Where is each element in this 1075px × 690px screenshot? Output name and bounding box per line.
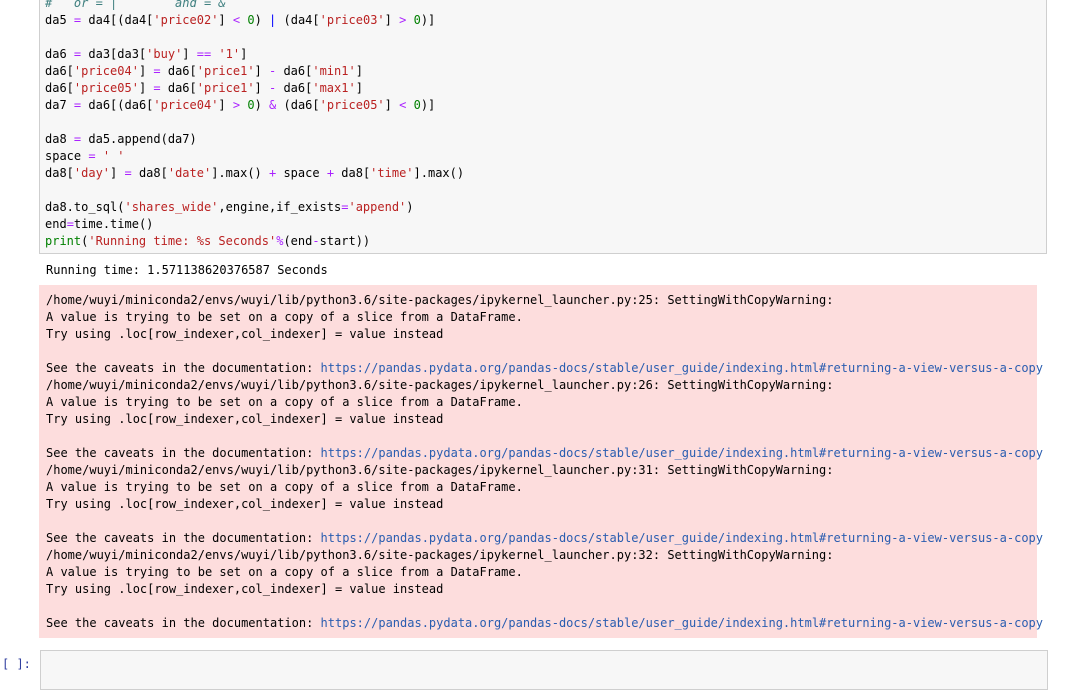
docs-link[interactable]: https://pandas.pydata.org/pandas-docs/st…: [321, 616, 1043, 630]
code-line-space: space = ' ': [45, 149, 125, 163]
code-line-price05: da6['price05'] = da6['price1'] - da6['ma…: [45, 81, 363, 95]
scrollbar[interactable]: [1065, 0, 1075, 678]
warning-hint: Try using .loc[row_indexer,col_indexer] …: [46, 497, 444, 511]
warning-hint: Try using .loc[row_indexer,col_indexer] …: [46, 412, 444, 426]
stdout-output: Running time: 1.571138620376587 Seconds: [46, 263, 328, 277]
warning-path: /home/wuyi/miniconda2/envs/wuyi/lib/pyth…: [46, 463, 834, 477]
warning-message: A value is trying to be set on a copy of…: [46, 395, 523, 409]
warning-message: A value is trying to be set on a copy of…: [46, 565, 523, 579]
warning-caveat: See the caveats in the documentation: ht…: [46, 446, 1044, 460]
warning-path: /home/wuyi/miniconda2/envs/wuyi/lib/pyth…: [46, 378, 834, 392]
warning-caveat: See the caveats in the documentation: ht…: [46, 361, 1044, 375]
code-line-da6: da6 = da3[da3['buy'] == '1']: [45, 47, 248, 61]
code-line-da5: da5 = da4[(da4['price02'] < 0) | (da4['p…: [45, 13, 436, 27]
warning-message: A value is trying to be set on a copy of…: [46, 310, 523, 324]
code-line-print: print('Running time: %s Seconds'%(end-st…: [45, 234, 371, 248]
docs-link[interactable]: https://pandas.pydata.org/pandas-docs/st…: [321, 361, 1043, 375]
code-comment: # or = | and = &: [45, 0, 226, 10]
docs-link[interactable]: https://pandas.pydata.org/pandas-docs/st…: [321, 531, 1043, 545]
code-line-day: da8['day'] = da8['date'].max() + space +…: [45, 166, 465, 180]
empty-code-cell[interactable]: [40, 650, 1048, 690]
code-line-da7: da7 = da6[(da6['price04'] > 0) & (da6['p…: [45, 98, 436, 112]
warning-message: A value is trying to be set on a copy of…: [46, 480, 523, 494]
code-line-da8: da8 = da5.append(da7): [45, 132, 197, 146]
stderr-output: /home/wuyi/miniconda2/envs/wuyi/lib/pyth…: [39, 285, 1043, 638]
warning-hint: Try using .loc[row_indexer,col_indexer] …: [46, 327, 444, 341]
warning-path: /home/wuyi/miniconda2/envs/wuyi/lib/pyth…: [46, 293, 834, 307]
docs-link[interactable]: https://pandas.pydata.org/pandas-docs/st…: [321, 446, 1043, 460]
code-cell[interactable]: # or = | and = & da5 = da4[(da4['price02…: [39, 0, 1047, 254]
input-prompt: [ ]:: [2, 657, 31, 671]
code-line-end: end=time.time(): [45, 217, 154, 231]
warning-caveat: See the caveats in the documentation: ht…: [46, 531, 1044, 545]
code-line-price04: da6['price04'] = da6['price1'] - da6['mi…: [45, 64, 363, 78]
code-line-to-sql: da8.to_sql('shares_wide',engine,if_exist…: [45, 200, 414, 214]
warning-path: /home/wuyi/miniconda2/envs/wuyi/lib/pyth…: [46, 548, 834, 562]
warning-caveat: See the caveats in the documentation: ht…: [46, 616, 1044, 630]
warning-hint: Try using .loc[row_indexer,col_indexer] …: [46, 582, 444, 596]
